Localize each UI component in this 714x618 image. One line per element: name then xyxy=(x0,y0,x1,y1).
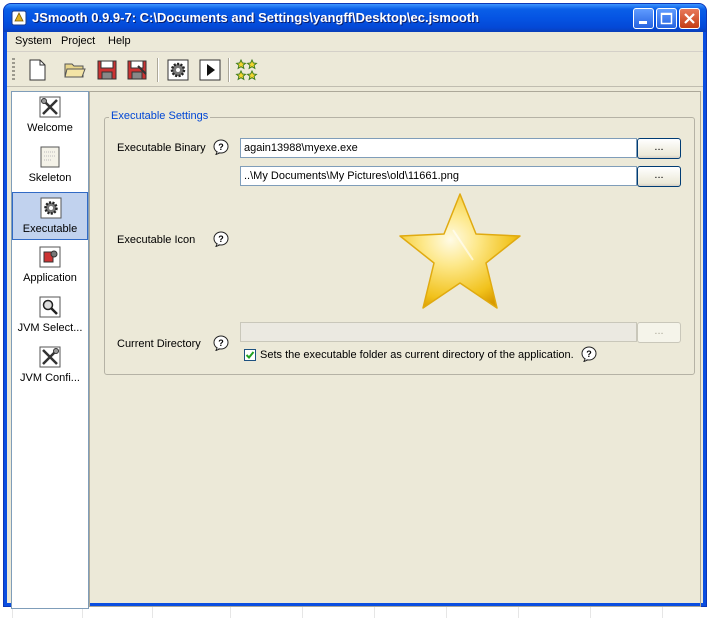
open-folder-icon[interactable] xyxy=(63,58,87,82)
toolbar xyxy=(7,52,703,87)
executable-gear-icon xyxy=(40,197,62,219)
toolbar-separator xyxy=(228,58,230,82)
welcome-tools-icon xyxy=(39,96,61,118)
help-icon[interactable]: ? xyxy=(213,231,229,247)
maximize-button[interactable] xyxy=(656,8,677,29)
svg-text:?: ? xyxy=(218,142,224,152)
close-icon xyxy=(684,13,695,24)
sidebar-item-welcome[interactable]: Welcome xyxy=(12,92,88,140)
jsmooth-app-icon xyxy=(11,10,27,26)
current-directory-checkbox[interactable] xyxy=(244,349,256,361)
sidebar-item-jvm-configuration[interactable]: JVM Confi... xyxy=(12,342,88,390)
svg-text:?: ? xyxy=(218,338,224,348)
executable-icon-browse-button[interactable]: ... xyxy=(637,166,681,187)
help-icon[interactable]: ? xyxy=(213,335,229,351)
maximize-icon xyxy=(660,12,673,25)
jvm-magnifier-icon xyxy=(39,296,61,318)
executable-icon-label: Executable Icon xyxy=(117,234,196,246)
save-icon[interactable] xyxy=(95,58,119,82)
sidebar-item-label: Welcome xyxy=(27,122,73,134)
minimize-icon xyxy=(639,21,647,24)
minimize-button[interactable] xyxy=(633,8,654,29)
executable-binary-label: Executable Binary xyxy=(117,142,206,154)
svg-text:?: ? xyxy=(586,349,592,359)
svg-text:?: ? xyxy=(218,234,224,244)
window-client: System Project Help Welcome Skeleton Exe… xyxy=(7,32,703,609)
toolbar-grip[interactable] xyxy=(12,58,15,80)
menu-help[interactable]: Help xyxy=(108,35,131,47)
sidebar-item-label: Application xyxy=(23,272,77,284)
sidebar-item-label: Executable xyxy=(22,223,78,235)
sidebar-item-label: JVM Confi... xyxy=(20,372,80,384)
sidebar-item-label: JVM Select... xyxy=(17,322,83,334)
current-directory-input xyxy=(240,322,637,342)
jvm-config-tools-icon xyxy=(39,346,61,368)
group-title: Executable Settings xyxy=(109,110,211,122)
checkmark-icon xyxy=(245,351,255,359)
window-title: JSmooth 0.9.9-7: C:\Documents and Settin… xyxy=(32,10,480,25)
new-file-icon[interactable] xyxy=(25,58,49,82)
menu-bar: System Project Help xyxy=(7,32,703,52)
menu-system[interactable]: System xyxy=(15,35,52,47)
sidebar-item-label: Skeleton xyxy=(28,172,72,184)
compile-gear-icon[interactable] xyxy=(166,58,190,82)
executable-icon-path-input[interactable] xyxy=(240,166,637,186)
help-icon[interactable]: ? xyxy=(581,346,597,362)
executable-panel: Executable Settings Executable Binary ? … xyxy=(89,91,701,607)
executable-settings-group: Executable Settings Executable Binary ? … xyxy=(104,110,695,375)
help-icon[interactable]: ? xyxy=(213,139,229,155)
sidebar-item-application[interactable]: Application xyxy=(12,242,88,290)
stars-icon[interactable] xyxy=(235,58,259,82)
skeleton-page-icon xyxy=(40,146,60,168)
executable-icon-preview-star xyxy=(399,193,521,309)
sidebar-item-jvm-selection[interactable]: JVM Select... xyxy=(12,292,88,340)
sidebar: Welcome Skeleton Executable Application xyxy=(11,91,89,609)
jsmooth-window: JSmooth 0.9.9-7: C:\Documents and Settin… xyxy=(4,4,706,609)
sidebar-item-skeleton[interactable]: Skeleton xyxy=(12,142,88,190)
close-button[interactable] xyxy=(679,8,700,29)
current-directory-label: Current Directory xyxy=(117,338,201,350)
save-as-icon[interactable] xyxy=(125,58,149,82)
current-directory-checkbox-label: Sets the executable folder as current di… xyxy=(260,349,574,361)
executable-binary-input[interactable] xyxy=(240,138,637,158)
toolbar-separator xyxy=(157,58,159,82)
executable-binary-browse-button[interactable]: ... xyxy=(637,138,681,159)
current-directory-browse-button: ... xyxy=(637,322,681,343)
menu-project[interactable]: Project xyxy=(61,35,95,47)
title-bar[interactable]: JSmooth 0.9.9-7: C:\Documents and Settin… xyxy=(4,4,706,32)
run-play-icon[interactable] xyxy=(198,58,222,82)
application-icon xyxy=(39,246,61,268)
sidebar-item-executable[interactable]: Executable xyxy=(12,192,88,240)
